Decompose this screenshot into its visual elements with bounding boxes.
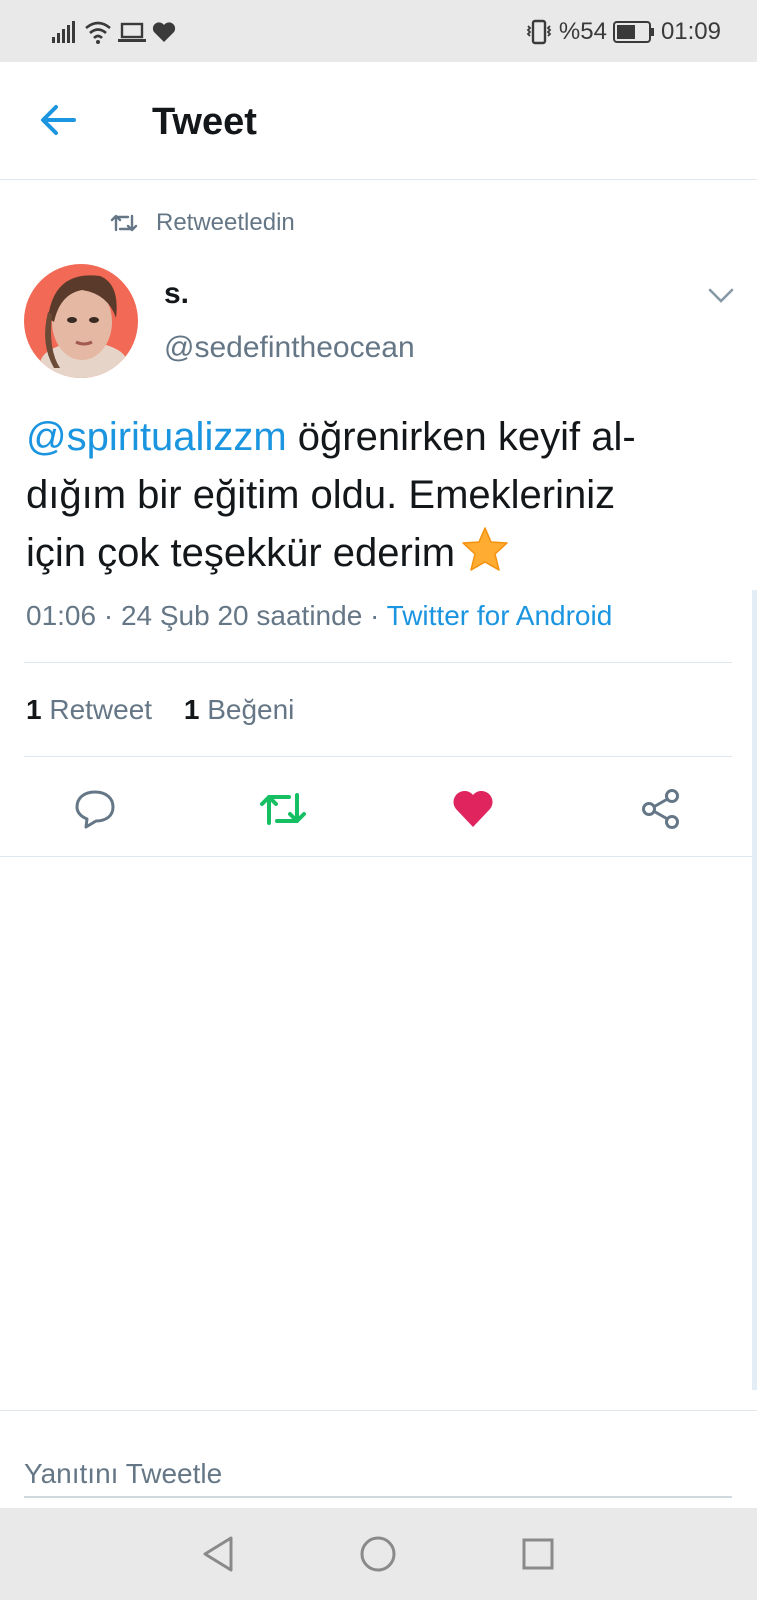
tweet-meta: 01:06 · 24 Şub 20 saatinde · Twitter for… bbox=[26, 598, 612, 634]
comment-icon bbox=[75, 790, 115, 829]
like-button[interactable] bbox=[448, 784, 498, 834]
tweet-line-2: dığım bir eğitim oldu. Emekleriniz bbox=[26, 473, 616, 517]
tweet-line-1-text: öğrenirken keyif al- bbox=[286, 415, 636, 459]
tweet-stats: 1 Retweet 1 Beğeni bbox=[26, 692, 294, 728]
tweet-timestamp: 01:06 · 24 Şub 20 saatinde · bbox=[26, 600, 387, 631]
reply-input[interactable]: Yanıtını Tweetle bbox=[24, 1448, 732, 1500]
status-left-icons bbox=[52, 18, 176, 46]
divider bbox=[24, 756, 732, 757]
status-time: 01:09 bbox=[660, 18, 721, 45]
tweet-line-1: @spiritualizzm öğrenirken keyif al- bbox=[26, 408, 726, 466]
status-right: %54 01:09 bbox=[525, 18, 721, 46]
author-name[interactable]: s. bbox=[164, 276, 189, 312]
square-recents-icon bbox=[522, 1538, 554, 1570]
circle-home-icon bbox=[360, 1536, 396, 1572]
retweet-context-label: Retweetledin bbox=[156, 209, 295, 236]
reply-button[interactable] bbox=[70, 784, 120, 834]
arrow-left-icon bbox=[41, 105, 76, 135]
back-button[interactable] bbox=[36, 98, 80, 142]
tweet-line-3-text: için çok teşekkür ederim bbox=[26, 531, 456, 575]
like-count: 1 bbox=[183, 694, 200, 725]
triangle-back-icon bbox=[203, 1536, 233, 1572]
share-icon bbox=[642, 789, 679, 829]
likes-stat[interactable]: 1 Beğeni bbox=[184, 692, 295, 728]
retweet-button[interactable] bbox=[258, 784, 308, 834]
avatar-image bbox=[24, 264, 138, 378]
like-label: Beğeni bbox=[207, 694, 295, 725]
star-emoji-icon bbox=[461, 526, 509, 588]
scrollbar[interactable] bbox=[752, 590, 757, 1390]
signal-icon bbox=[52, 21, 75, 43]
reply-input-underline bbox=[24, 1496, 732, 1498]
tweet-options-button[interactable] bbox=[704, 282, 738, 310]
tweet-text: @spiritualizzm öğrenirken keyif al- dığı… bbox=[26, 408, 726, 588]
heart-icon bbox=[453, 790, 493, 827]
heart-icon bbox=[152, 22, 176, 42]
tweet-line-3: için çok teşekkür ederim bbox=[26, 524, 726, 588]
battery-icon bbox=[612, 21, 654, 43]
share-button[interactable] bbox=[636, 784, 686, 834]
wifi-icon bbox=[85, 21, 111, 44]
app-header: Tweet bbox=[0, 62, 757, 180]
divider bbox=[0, 1410, 757, 1411]
retweet-context: Retweetledin bbox=[110, 206, 295, 240]
retweet-count: 1 bbox=[26, 694, 42, 725]
author-handle[interactable]: @sedefintheocean bbox=[164, 330, 415, 366]
page-title: Tweet bbox=[152, 101, 257, 143]
status-bar: %54 01:09 bbox=[0, 0, 757, 62]
chevron-down-icon bbox=[708, 288, 734, 303]
divider bbox=[24, 662, 732, 663]
retweet-label: Retweet bbox=[49, 694, 153, 725]
retweet-icon bbox=[110, 214, 138, 232]
battery-percent: %54 bbox=[558, 18, 607, 45]
retweets-stat[interactable]: 1 Retweet bbox=[26, 692, 152, 728]
divider bbox=[0, 856, 757, 857]
avatar[interactable] bbox=[24, 264, 138, 378]
laptop-icon bbox=[118, 22, 146, 42]
nav-back-button[interactable] bbox=[196, 1532, 240, 1576]
vibrate-icon bbox=[526, 19, 552, 45]
nav-recents-button[interactable] bbox=[516, 1532, 560, 1576]
nav-home-button[interactable] bbox=[356, 1532, 400, 1576]
system-nav-bar bbox=[0, 1508, 757, 1600]
retweet-icon bbox=[260, 793, 306, 825]
tweet-source-link[interactable]: Twitter for Android bbox=[387, 600, 613, 631]
mention-link[interactable]: @spiritualizzm bbox=[26, 415, 287, 459]
